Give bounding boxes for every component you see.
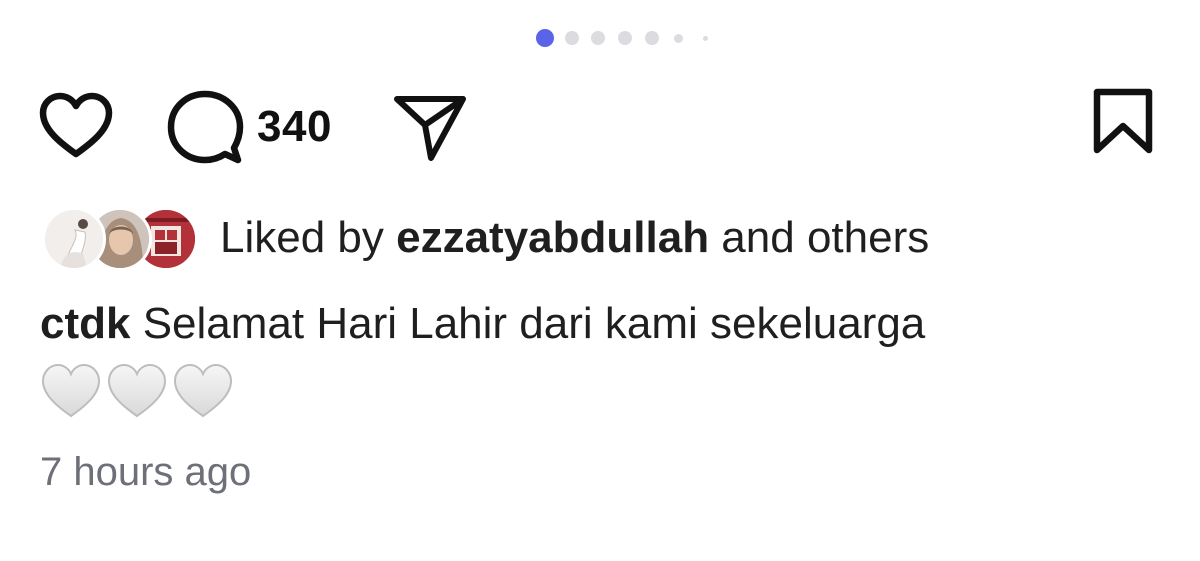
carousel-dot[interactable]: [591, 31, 605, 45]
carousel-indicator: [0, 28, 1200, 48]
liked-by-row: Liked by ezzatyabdullah and others: [42, 205, 1192, 271]
liked-by-text: Liked by ezzatyabdullah and others: [220, 211, 929, 265]
carousel-dot[interactable]: [618, 31, 632, 45]
carousel-dot[interactable]: [703, 36, 708, 41]
white-heart-icon: [41, 363, 101, 418]
carousel-dot[interactable]: [674, 34, 683, 43]
comment-bubble-icon: [167, 90, 244, 164]
white-heart-icon: [107, 363, 167, 418]
comment-count: 340: [257, 102, 332, 151]
caption-emoji: [40, 362, 260, 424]
liked-by-suffix[interactable]: and others: [709, 213, 929, 262]
post-action-bar: 340: [0, 88, 1200, 168]
post-caption: ctdk Selamat Hari Lahir dari kami sekelu…: [40, 295, 1180, 353]
share-button[interactable]: [392, 94, 468, 162]
caption-username-link[interactable]: ctdk: [40, 299, 130, 348]
bookmark-outline-icon: [1093, 88, 1153, 154]
white-heart-icon: [173, 363, 233, 418]
avatar: [42, 207, 106, 271]
liked-by-prefix: Liked by: [220, 213, 397, 262]
carousel-dot-active[interactable]: [536, 29, 554, 47]
caption-text: Selamat Hari Lahir dari kami sekeluarga: [130, 299, 926, 348]
carousel-dot[interactable]: [565, 31, 579, 45]
paper-plane-icon: [394, 96, 466, 161]
liker-avatars[interactable]: [42, 207, 202, 271]
liker-username-link[interactable]: ezzatyabdullah: [396, 213, 709, 262]
like-button[interactable]: [38, 92, 114, 160]
carousel-dot[interactable]: [645, 31, 659, 45]
comment-button[interactable]: [166, 90, 244, 166]
heart-outline-icon: [39, 92, 113, 158]
save-button[interactable]: [1092, 88, 1154, 156]
post-timestamp: 7 hours ago: [40, 450, 252, 494]
